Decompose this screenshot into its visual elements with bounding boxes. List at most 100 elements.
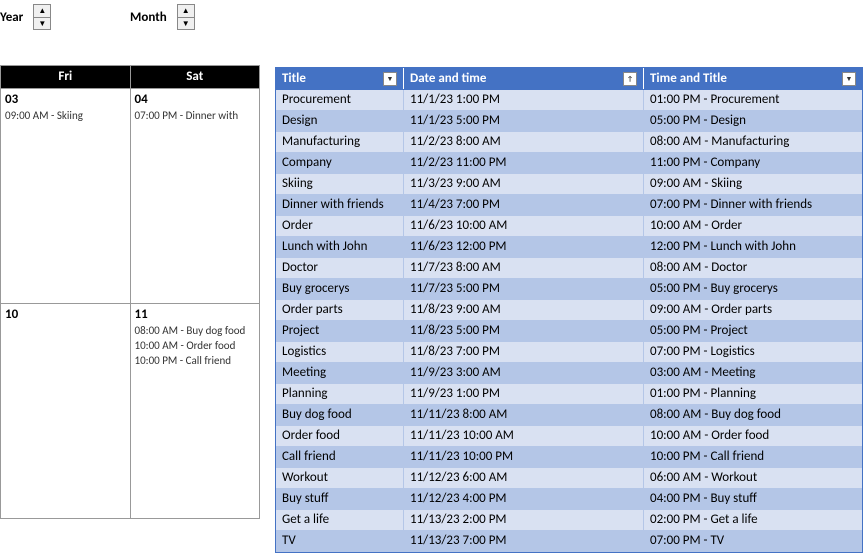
- cell-title: Buy grocerys: [276, 279, 404, 299]
- cell-title: Buy dog food: [276, 405, 404, 425]
- events-table: Title ▼ Date and time ↑ Time and Title ▼…: [275, 67, 863, 553]
- calendar-cell[interactable]: 10: [1, 304, 131, 518]
- cell-title: Meeting: [276, 363, 404, 383]
- table-row[interactable]: Order parts11/8/23 9:00 AM09:00 AM - Ord…: [276, 300, 862, 321]
- cell-timetitle: 05:00 PM - Buy grocerys: [644, 279, 862, 299]
- column-label-title: Title: [282, 71, 306, 86]
- cell-datetime: 11/12/23 6:00 AM: [404, 468, 644, 488]
- cell-title: Call friend: [276, 447, 404, 467]
- cell-timetitle: 10:00 AM - Order food: [644, 426, 862, 446]
- year-down-button[interactable]: ▼: [34, 17, 50, 29]
- calendar-row: 101108:00 AM - Buy dog food10:00 AM - Or…: [1, 303, 259, 518]
- cell-datetime: 11/11/23 8:00 AM: [404, 405, 644, 425]
- cell-timetitle: 08:00 AM - Doctor: [644, 258, 862, 278]
- cell-title: Buy stuff: [276, 489, 404, 509]
- cell-timetitle: 12:00 PM - Lunch with John: [644, 237, 862, 257]
- calendar-day-number: 04: [135, 92, 256, 107]
- calendar-event[interactable]: 07:00 PM - Dinner with: [135, 109, 256, 122]
- filter-icon[interactable]: ▼: [842, 72, 856, 86]
- cell-timetitle: 10:00 PM - Call friend: [644, 447, 862, 467]
- cell-datetime: 11/6/23 10:00 AM: [404, 216, 644, 236]
- cell-datetime: 11/11/23 10:00 PM: [404, 447, 644, 467]
- calendar-header-sat: Sat: [131, 66, 260, 88]
- cell-timetitle: 05:00 PM - Project: [644, 321, 862, 341]
- calendar-event[interactable]: 09:00 AM - Skiing: [5, 109, 126, 122]
- cell-timetitle: 04:00 PM - Buy stuff: [644, 489, 862, 509]
- cell-timetitle: 09:00 AM - Skiing: [644, 174, 862, 194]
- month-label: Month: [130, 10, 167, 25]
- month-spinner: ▲ ▼: [177, 4, 195, 30]
- year-up-button[interactable]: ▲: [34, 5, 50, 17]
- cell-datetime: 11/7/23 5:00 PM: [404, 279, 644, 299]
- table-row[interactable]: Company11/2/23 11:00 PM11:00 PM - Compan…: [276, 153, 862, 174]
- calendar-cell[interactable]: 03 09:00 AM - Skiing: [1, 89, 131, 303]
- table-row[interactable]: Logistics11/8/23 7:00 PM07:00 PM - Logis…: [276, 342, 862, 363]
- table-row[interactable]: Design11/1/23 5:00 PM05:00 PM - Design: [276, 111, 862, 132]
- cell-datetime: 11/9/23 1:00 PM: [404, 384, 644, 404]
- sort-asc-icon[interactable]: ↑: [623, 72, 637, 86]
- cell-datetime: 11/8/23 5:00 PM: [404, 321, 644, 341]
- table-row[interactable]: Buy dog food11/11/23 8:00 AM08:00 AM - B…: [276, 405, 862, 426]
- filter-icon[interactable]: ▼: [383, 72, 397, 86]
- table-row[interactable]: Order food11/11/23 10:00 AM10:00 AM - Or…: [276, 426, 862, 447]
- column-header-datetime[interactable]: Date and time ↑: [404, 68, 644, 89]
- cell-datetime: 11/4/23 7:00 PM: [404, 195, 644, 215]
- table-body: Procurement11/1/23 1:00 PM01:00 PM - Pro…: [276, 90, 862, 552]
- cell-title: Order: [276, 216, 404, 236]
- calendar-cell[interactable]: 1108:00 AM - Buy dog food10:00 AM - Orde…: [131, 304, 260, 518]
- table-row[interactable]: Manufacturing11/2/23 8:00 AM08:00 AM - M…: [276, 132, 862, 153]
- cell-title: Doctor: [276, 258, 404, 278]
- table-row[interactable]: Dinner with friends11/4/23 7:00 PM07:00 …: [276, 195, 862, 216]
- cell-datetime: 11/6/23 12:00 PM: [404, 237, 644, 257]
- calendar-event[interactable]: 10:00 AM - Order food: [135, 339, 256, 352]
- column-header-title[interactable]: Title ▼: [276, 68, 404, 89]
- year-control: Year ▲ ▼: [0, 4, 51, 30]
- cell-datetime: 11/7/23 8:00 AM: [404, 258, 644, 278]
- cell-title: Logistics: [276, 342, 404, 362]
- calendar-header: Fri Sat: [1, 66, 259, 88]
- table-row[interactable]: Lunch with John11/6/23 12:00 PM12:00 PM …: [276, 237, 862, 258]
- cell-datetime: 11/8/23 7:00 PM: [404, 342, 644, 362]
- cell-title: Lunch with John: [276, 237, 404, 257]
- cell-timetitle: 10:00 AM - Order: [644, 216, 862, 236]
- column-header-timetitle[interactable]: Time and Title ▼: [644, 68, 862, 89]
- cell-title: Procurement: [276, 90, 404, 110]
- cell-timetitle: 02:00 PM - Get a life: [644, 510, 862, 530]
- table-row[interactable]: Doctor11/7/23 8:00 AM08:00 AM - Doctor: [276, 258, 862, 279]
- cell-title: Manufacturing: [276, 132, 404, 152]
- cell-timetitle: 01:00 PM - Procurement: [644, 90, 862, 110]
- table-row[interactable]: Planning11/9/23 1:00 PM01:00 PM - Planni…: [276, 384, 862, 405]
- cell-title: Company: [276, 153, 404, 173]
- calendar-event[interactable]: 10:00 PM - Call friend: [135, 354, 256, 367]
- cell-datetime: 11/2/23 11:00 PM: [404, 153, 644, 173]
- table-row[interactable]: Meeting11/9/23 3:00 AM03:00 AM - Meeting: [276, 363, 862, 384]
- calendar-day-number: 03: [5, 92, 126, 107]
- table-row[interactable]: Procurement11/1/23 1:00 PM01:00 PM - Pro…: [276, 90, 862, 111]
- calendar-cell[interactable]: 04 07:00 PM - Dinner with: [131, 89, 260, 303]
- cell-title: TV: [276, 531, 404, 551]
- cell-datetime: 11/13/23 2:00 PM: [404, 510, 644, 530]
- table-row[interactable]: Skiing11/3/23 9:00 AM09:00 AM - Skiing: [276, 174, 862, 195]
- calendar-event[interactable]: 08:00 AM - Buy dog food: [135, 324, 256, 337]
- month-down-button[interactable]: ▼: [178, 17, 194, 29]
- cell-datetime: 11/12/23 4:00 PM: [404, 489, 644, 509]
- table-row[interactable]: Call friend11/11/23 10:00 PM10:00 PM - C…: [276, 447, 862, 468]
- table-row[interactable]: Workout11/12/23 6:00 AM06:00 AM - Workou…: [276, 468, 862, 489]
- cell-timetitle: 06:00 AM - Workout: [644, 468, 862, 488]
- cell-title: Order food: [276, 426, 404, 446]
- table-row[interactable]: Get a life11/13/23 2:00 PM02:00 PM - Get…: [276, 510, 862, 531]
- cell-title: Dinner with friends: [276, 195, 404, 215]
- table-row[interactable]: Buy grocerys11/7/23 5:00 PM05:00 PM - Bu…: [276, 279, 862, 300]
- table-row[interactable]: Project11/8/23 5:00 PM05:00 PM - Project: [276, 321, 862, 342]
- cell-datetime: 11/11/23 10:00 AM: [404, 426, 644, 446]
- table-row[interactable]: TV11/13/23 7:00 PM07:00 PM - TV: [276, 531, 862, 552]
- cell-datetime: 11/1/23 5:00 PM: [404, 111, 644, 131]
- cell-title: Order parts: [276, 300, 404, 320]
- table-row[interactable]: Buy stuff11/12/23 4:00 PM04:00 PM - Buy …: [276, 489, 862, 510]
- cell-datetime: 11/9/23 3:00 AM: [404, 363, 644, 383]
- calendar-header-fri: Fri: [1, 66, 131, 88]
- table-row[interactable]: Order11/6/23 10:00 AM10:00 AM - Order: [276, 216, 862, 237]
- month-up-button[interactable]: ▲: [178, 5, 194, 17]
- calendar-grid: Fri Sat 03 09:00 AM - Skiing 04 07:00 PM - …: [0, 65, 260, 519]
- cell-timetitle: 08:00 AM - Buy dog food: [644, 405, 862, 425]
